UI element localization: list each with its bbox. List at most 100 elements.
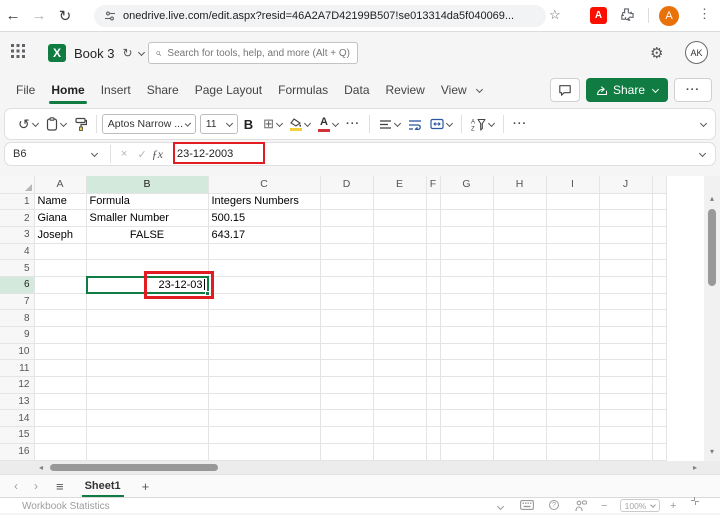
cell-J14[interactable]	[599, 409, 653, 428]
cell-I1[interactable]	[546, 193, 600, 211]
column-header-B[interactable]: B	[86, 176, 209, 194]
cell-I11[interactable]	[546, 359, 600, 378]
horizontal-scroll-thumb[interactable]	[50, 464, 218, 471]
cell-E8[interactable]	[373, 309, 427, 327]
cell-F10[interactable]	[426, 343, 441, 361]
column-header-I[interactable]: I	[546, 176, 600, 194]
cell-J2[interactable]	[599, 209, 653, 227]
menu-item-data[interactable]: Data	[344, 83, 369, 97]
row-header-9[interactable]: 9	[0, 326, 35, 344]
cell-G8[interactable]	[440, 309, 494, 327]
row-header-1[interactable]: 1	[0, 193, 35, 211]
browser-profile-avatar[interactable]: A	[659, 6, 679, 26]
cell-J8[interactable]	[599, 309, 653, 327]
cell-G4[interactable]	[440, 243, 494, 261]
row-header-2[interactable]: 2	[0, 209, 35, 227]
zoom-level-select[interactable]: 100%	[620, 499, 660, 512]
cell-B13[interactable]	[86, 393, 209, 411]
keyboard-icon[interactable]	[520, 500, 534, 513]
cell-G5[interactable]	[440, 259, 494, 277]
paste-button[interactable]	[46, 117, 67, 131]
cell-J9[interactable]	[599, 326, 653, 344]
cell-G13[interactable]	[440, 393, 494, 411]
cell-B2[interactable]: Smaller Number	[85, 209, 209, 227]
column-header-G[interactable]: G	[440, 176, 494, 194]
cell-D13[interactable]	[320, 393, 374, 411]
adobe-extension-icon[interactable]: A	[590, 7, 607, 24]
font-color-button[interactable]: A	[318, 116, 340, 132]
cell-A12[interactable]	[34, 376, 87, 394]
cell-G15[interactable]	[440, 426, 494, 444]
cell-I3[interactable]	[546, 226, 600, 244]
cell-I16[interactable]	[546, 443, 600, 461]
scroll-up-icon[interactable]: ▴	[704, 194, 720, 203]
cell-H12[interactable]	[493, 376, 547, 394]
row-header-11[interactable]: 11	[0, 359, 35, 378]
cell-H9[interactable]	[493, 326, 547, 344]
cell-F3[interactable]	[426, 226, 441, 244]
cell-D14[interactable]	[320, 409, 374, 428]
add-sheet-icon[interactable]: +	[142, 479, 150, 494]
search-input[interactable]: Search for tools, help, and more (Alt + …	[148, 42, 358, 64]
cell-J3[interactable]	[599, 226, 653, 244]
cell-H2[interactable]	[493, 209, 547, 227]
row-header-8[interactable]: 8	[0, 309, 35, 327]
cell-I7[interactable]	[546, 293, 600, 311]
cell-F11[interactable]	[426, 359, 441, 378]
formula-input[interactable]: 23-12-2003	[177, 148, 233, 160]
back-icon[interactable]: ←	[0, 7, 26, 24]
scroll-down-icon[interactable]: ▾	[704, 447, 720, 456]
column-header-H[interactable]: H	[493, 176, 547, 194]
app-launcher-icon[interactable]	[10, 43, 26, 64]
cell-G1[interactable]	[440, 193, 494, 211]
cell-E5[interactable]	[373, 259, 427, 277]
cell-E7[interactable]	[373, 293, 427, 311]
cell-F9[interactable]	[426, 326, 441, 344]
comments-button[interactable]	[549, 78, 580, 102]
reload-icon[interactable]: ↻	[52, 7, 78, 25]
cell-J5[interactable]	[599, 259, 653, 277]
help-icon[interactable]: ?	[549, 500, 559, 510]
select-all-corner[interactable]	[0, 176, 35, 194]
menu-item-review[interactable]: Review	[386, 83, 425, 97]
cell-C15[interactable]	[208, 426, 321, 444]
enter-icon[interactable]: ✓	[137, 148, 146, 161]
cell-E6[interactable]	[373, 276, 427, 294]
cell-F1[interactable]	[426, 193, 441, 211]
cell-D7[interactable]	[320, 293, 374, 311]
cell-C10[interactable]	[208, 343, 321, 361]
vertical-scroll-thumb[interactable]	[708, 209, 716, 286]
cell-F16[interactable]	[426, 443, 441, 461]
cell-E16[interactable]	[373, 443, 427, 461]
cell-G12[interactable]	[440, 376, 494, 394]
column-header-J[interactable]: J	[599, 176, 653, 194]
title-chevron-icon[interactable]	[137, 48, 145, 56]
cell-B5[interactable]	[86, 259, 209, 277]
cell-C8[interactable]	[208, 309, 321, 327]
cell-I13[interactable]	[546, 393, 600, 411]
cell-J4[interactable]	[599, 243, 653, 261]
cell-D4[interactable]	[320, 243, 374, 261]
url-text[interactable]: onedrive.live.com/edit.aspx?resid=46A2A7…	[123, 10, 514, 22]
cell-I15[interactable]	[546, 426, 600, 444]
cell-A1[interactable]: Name	[33, 192, 87, 211]
cell-C13[interactable]	[208, 393, 321, 411]
font-more-button[interactable]: ···	[346, 118, 360, 130]
cell-H16[interactable]	[493, 443, 547, 461]
address-bar[interactable]: onedrive.live.com/edit.aspx?resid=46A2A7…	[94, 5, 546, 27]
cell-G14[interactable]	[440, 409, 494, 428]
cell-B6[interactable]: 23-12-03	[86, 276, 209, 294]
cell-A6[interactable]	[34, 276, 87, 294]
scroll-right-icon[interactable]: ▸	[688, 463, 702, 472]
insert-function-icon[interactable]: ƒx	[152, 147, 163, 162]
cell-B12[interactable]	[86, 376, 209, 394]
cell-E12[interactable]	[373, 376, 427, 394]
undo-button[interactable]: ↺	[18, 116, 39, 133]
alignment-button[interactable]	[379, 119, 402, 130]
cell-A10[interactable]	[34, 343, 87, 361]
cell-D11[interactable]	[320, 359, 374, 378]
cell-C14[interactable]	[208, 409, 321, 428]
cell-B9[interactable]	[86, 326, 209, 344]
cell-E15[interactable]	[373, 426, 427, 444]
excel-logo-icon[interactable]: X	[48, 44, 66, 62]
